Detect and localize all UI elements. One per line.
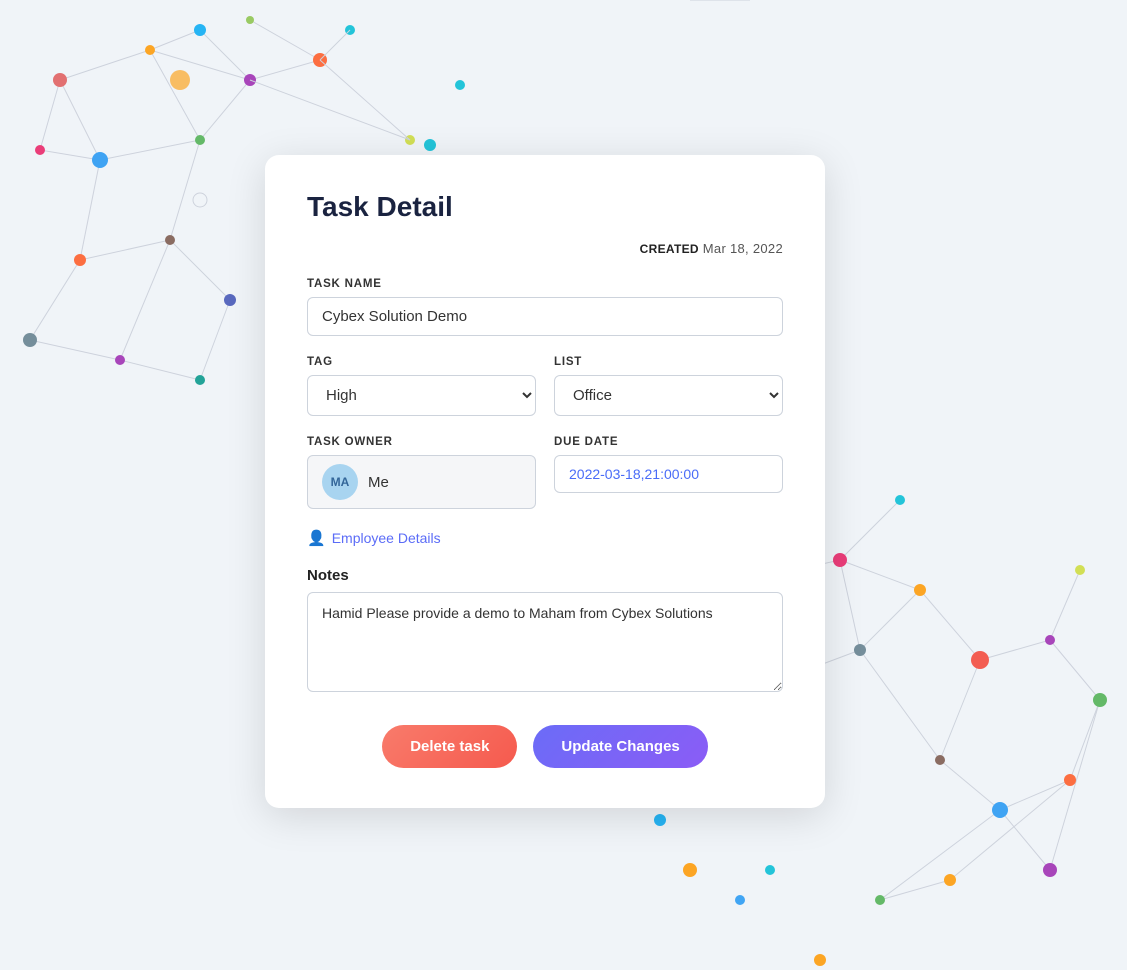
task-owner-group: TASK OWNER MA Me (307, 436, 536, 509)
notes-label: Notes (307, 567, 783, 584)
tag-group: TAG High Medium Low (307, 356, 536, 416)
update-changes-button[interactable]: Update Changes (533, 725, 707, 768)
owner-duedate-row: TASK OWNER MA Me DUE DATE 2022-03-18,21:… (307, 436, 783, 509)
created-label: CREATED (640, 242, 699, 256)
due-date-group: DUE DATE 2022-03-18,21:00:00 (554, 436, 783, 509)
task-name-group: TASK NAME (307, 278, 783, 336)
avatar: MA (322, 464, 358, 500)
modal-card: Task Detail CREATED Mar 18, 2022 TASK NA… (265, 155, 825, 808)
delete-task-button[interactable]: Delete task (382, 725, 517, 768)
modal-title: Task Detail (307, 191, 783, 223)
tag-select[interactable]: High Medium Low (307, 375, 536, 416)
owner-name: Me (368, 474, 389, 491)
notes-textarea[interactable] (307, 592, 783, 692)
person-icon: 👤 (307, 529, 326, 547)
task-name-input[interactable] (307, 297, 783, 336)
due-date-value[interactable]: 2022-03-18,21:00:00 (554, 455, 783, 493)
list-label: LIST (554, 356, 783, 368)
created-row: CREATED Mar 18, 2022 (307, 241, 783, 256)
due-date-label: DUE DATE (554, 436, 783, 448)
tag-list-row: TAG High Medium Low LIST Office Remote H… (307, 356, 783, 416)
notes-group: Notes (307, 567, 783, 697)
owner-box[interactable]: MA Me (307, 455, 536, 509)
tag-label: TAG (307, 356, 536, 368)
created-date: Mar 18, 2022 (703, 241, 783, 256)
list-group: LIST Office Remote Home (554, 356, 783, 416)
task-owner-label: TASK OWNER (307, 436, 536, 448)
employee-details-link[interactable]: 👤 Employee Details (307, 529, 441, 547)
employee-details-label: Employee Details (332, 530, 441, 546)
list-select[interactable]: Office Remote Home (554, 375, 783, 416)
task-name-label: TASK NAME (307, 278, 783, 290)
buttons-row: Delete task Update Changes (307, 725, 783, 768)
